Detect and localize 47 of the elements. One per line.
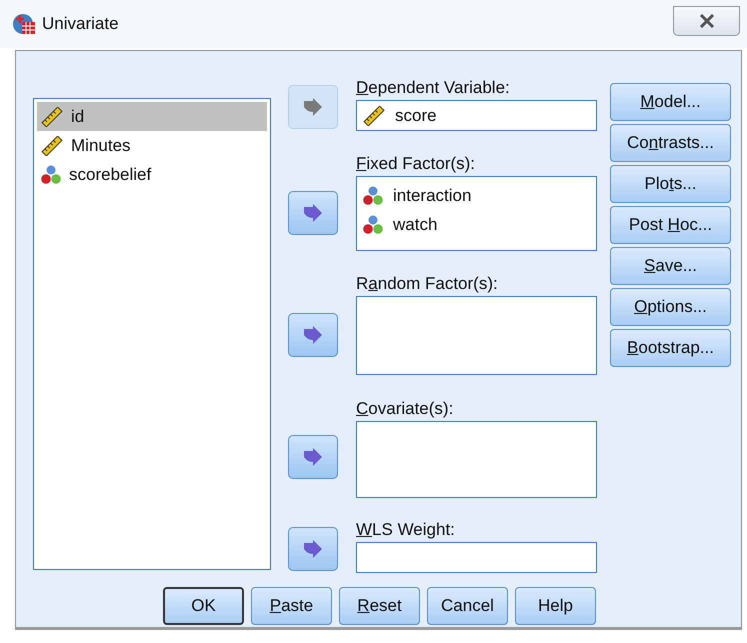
variable-name: watch [393, 214, 438, 236]
field-label: Random Factor(s): [356, 273, 499, 295]
dialog-button[interactable]: Cancel [427, 587, 508, 625]
dialog-button[interactable]: Post Hoc... [610, 206, 731, 244]
dialog-button[interactable]: Bootstrap... [610, 329, 731, 367]
variable-name: id [71, 106, 84, 128]
arrow-icon [303, 540, 323, 558]
variable-name: scorebelief [69, 164, 152, 186]
field-label: Dependent Variable: [356, 77, 511, 99]
three-balls-icon [41, 164, 61, 184]
arrow-icon [303, 448, 323, 466]
dialog-button[interactable]: Reset [339, 587, 420, 625]
input-field[interactable] [356, 542, 597, 573]
variable-item[interactable]: Minutes [37, 131, 267, 160]
variable-item[interactable]: id [37, 102, 267, 131]
dialog-button[interactable]: Paste [251, 587, 332, 625]
move-arrow-button[interactable] [288, 313, 338, 357]
move-arrow-button[interactable] [288, 527, 338, 571]
three-balls-icon [363, 214, 383, 234]
input-field[interactable]: score [356, 100, 597, 131]
list-field[interactable] [356, 421, 597, 498]
close-button[interactable] [673, 6, 740, 36]
dialog-button[interactable]: OK [163, 587, 244, 625]
list-field[interactable] [356, 296, 597, 375]
three-balls-icon [363, 186, 383, 206]
arrow-icon [303, 326, 323, 344]
variable-name: interaction [393, 184, 472, 207]
dialog-button[interactable]: Save... [610, 247, 731, 285]
variable-item[interactable]: scorebelief [37, 160, 267, 189]
close-icon [698, 14, 714, 28]
field-label: Covariate(s): [356, 398, 454, 420]
list-field[interactable]: interaction watch [356, 176, 597, 251]
arrow-icon [303, 98, 323, 116]
dialog-button[interactable]: Options... [610, 288, 731, 326]
variable-name: score [395, 104, 437, 127]
dialog-button[interactable]: Plots... [610, 165, 731, 203]
field-label: WLS Weight: [356, 519, 456, 541]
variable-name: Minutes [71, 134, 131, 157]
window-title: Univariate [42, 13, 119, 36]
dialog-button[interactable]: Model... [610, 83, 731, 121]
app-icon [12, 13, 36, 35]
dialog-button[interactable]: Contrasts... [610, 124, 731, 162]
field-label: Fixed Factor(s): [356, 153, 476, 175]
dialog-button[interactable]: Help [515, 587, 596, 625]
move-arrow-button[interactable] [288, 191, 338, 235]
arrow-icon [303, 204, 323, 222]
move-arrow-button[interactable] [288, 435, 338, 479]
